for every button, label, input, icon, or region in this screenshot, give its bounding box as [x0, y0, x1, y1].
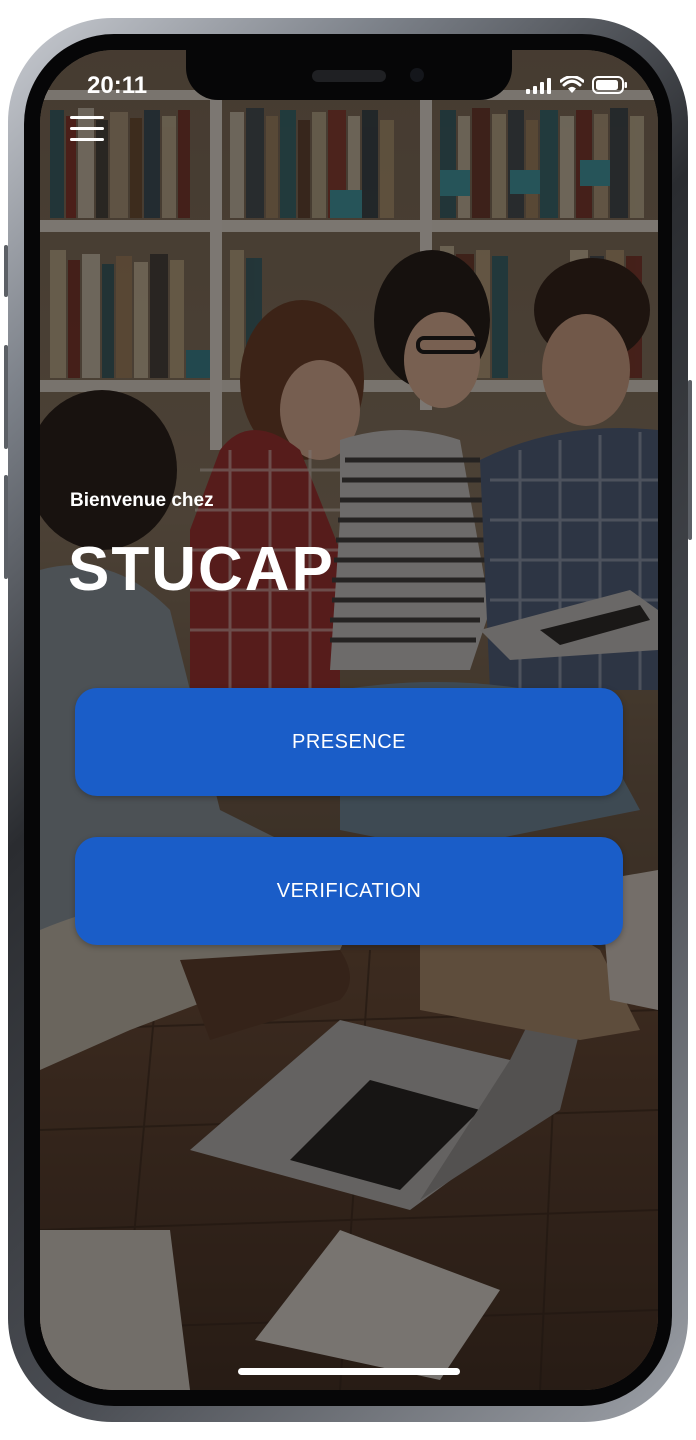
verification-button[interactable]: VERIFICATION: [75, 837, 623, 945]
status-icons: [526, 76, 628, 94]
mute-switch: [4, 245, 8, 297]
brand-title: STUCAP: [68, 535, 335, 604]
phone-notch: [186, 50, 512, 100]
hamburger-menu-icon[interactable]: [70, 116, 104, 142]
front-camera: [410, 68, 424, 82]
status-time: 20:11: [87, 72, 148, 99]
home-indicator[interactable]: [238, 1368, 460, 1375]
volume-down-button: [4, 475, 8, 579]
volume-up-button: [4, 345, 8, 449]
power-button: [688, 380, 692, 540]
app-screen: 20:11 Bienvenue chez STUCAP PRESENCE VER…: [40, 50, 658, 1390]
welcome-text: Bienvenue chez: [70, 490, 214, 511]
earpiece-speaker: [312, 70, 386, 82]
battery-icon: [592, 76, 627, 94]
presence-button[interactable]: PRESENCE: [75, 688, 623, 796]
cellular-signal-icon: [526, 78, 551, 94]
wifi-icon: [560, 76, 584, 93]
